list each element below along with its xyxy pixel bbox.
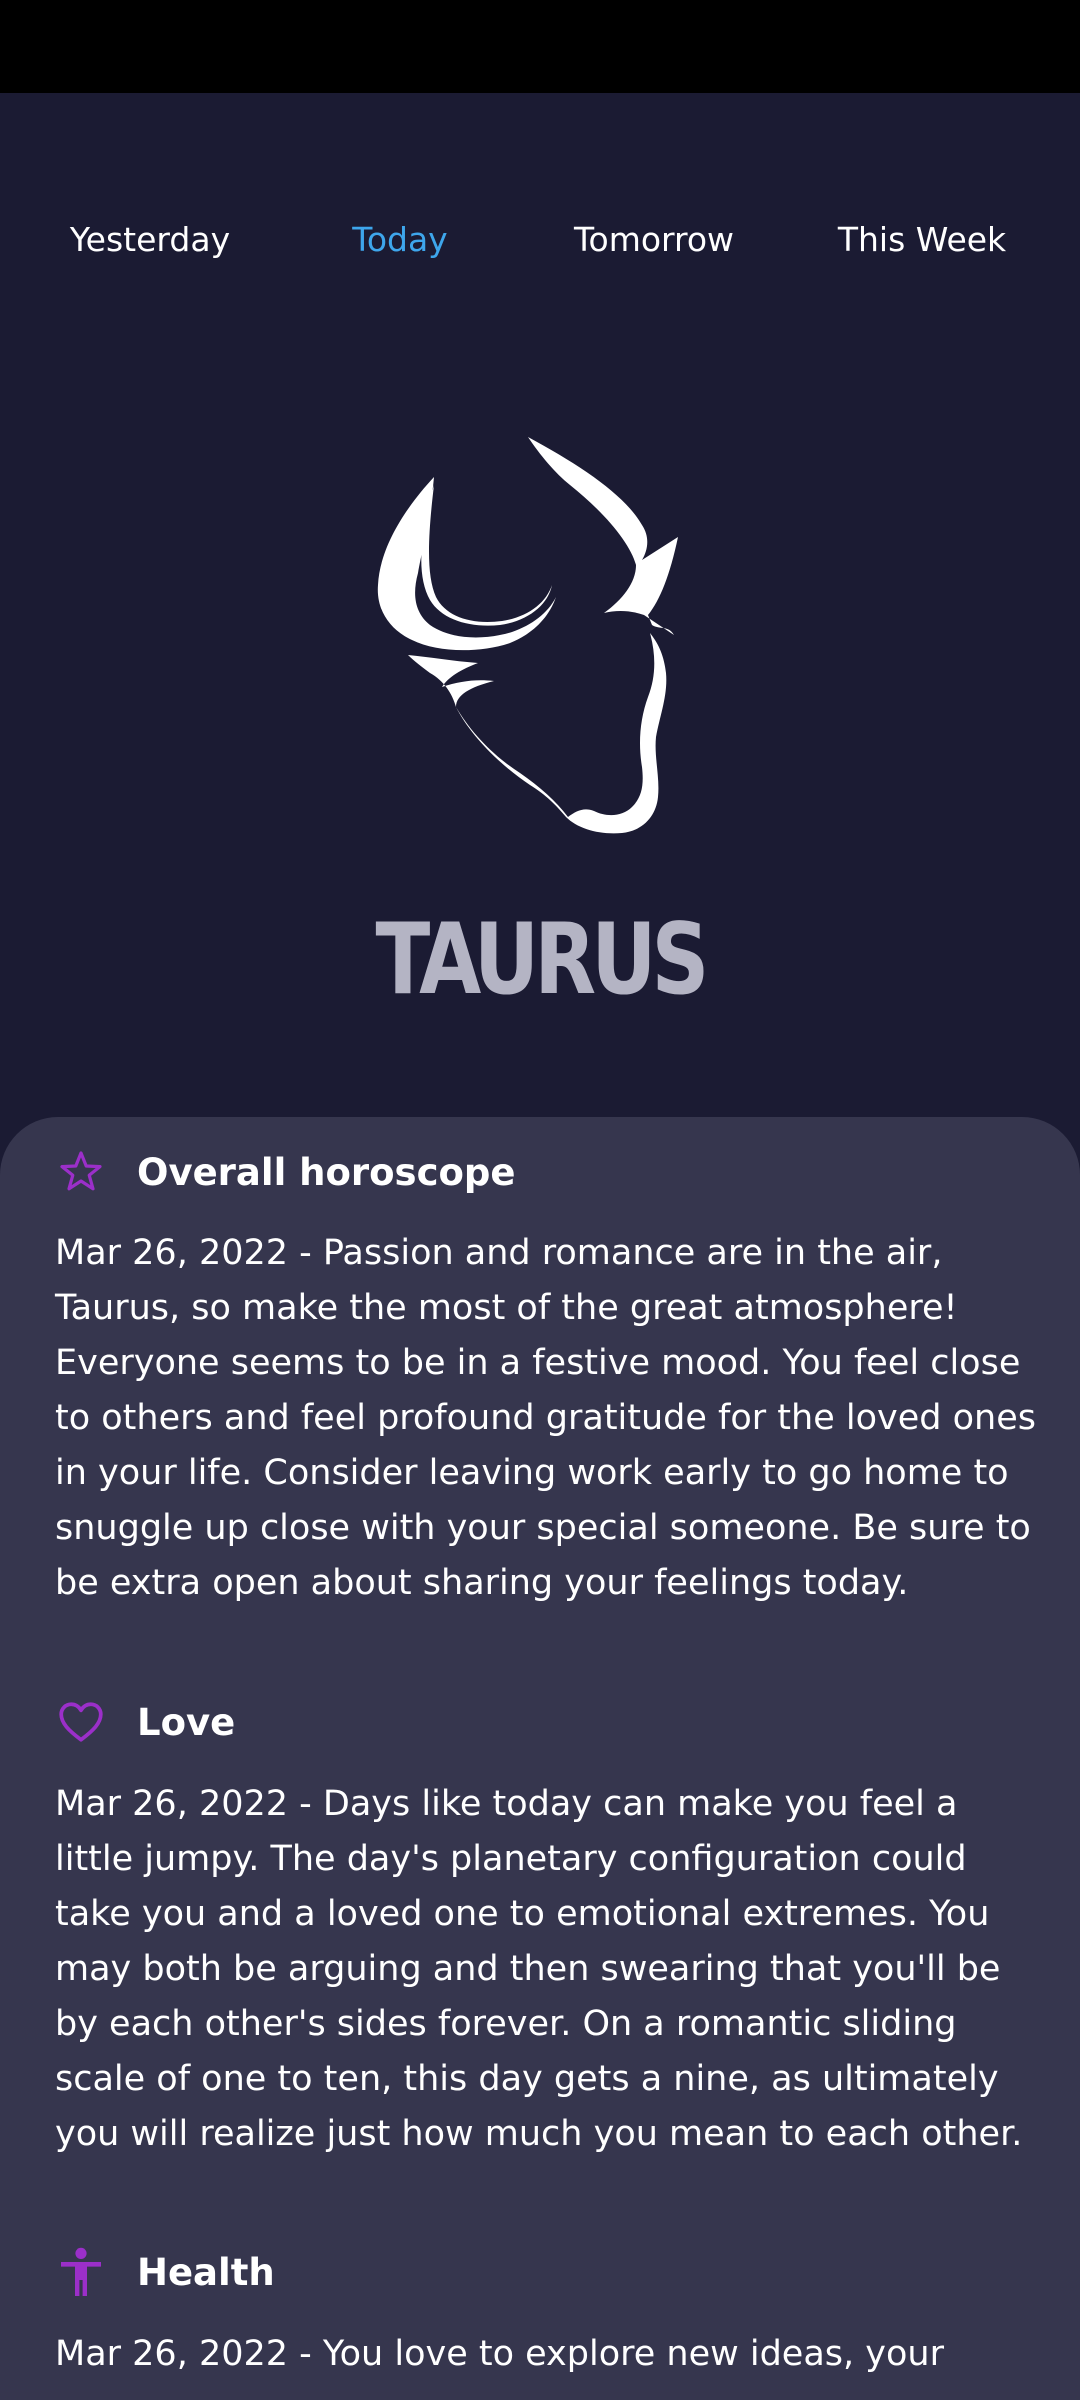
love-horoscope-text: Mar 26, 2022 - Days like today can make … <box>55 1784 1023 2154</box>
status-bar <box>0 0 1080 93</box>
section-title: Health <box>137 2250 275 2294</box>
heart-icon <box>55 1696 107 1748</box>
tab-tomorrow[interactable]: Tomorrow <box>574 215 734 265</box>
health-section-header: Health <box>55 2242 275 2302</box>
love-section-header: Love <box>55 1692 235 1752</box>
person-icon <box>55 2246 107 2298</box>
section-title: Love <box>137 1700 236 1744</box>
tab-yesterday[interactable]: Yesterday <box>70 215 230 265</box>
taurus-bull-icon <box>360 425 700 835</box>
date-tabs: Yesterday Today Tomorrow This Week <box>0 93 1080 293</box>
overall-section-header: Overall horoscope <box>55 1142 516 1202</box>
sign-name: TAURUS <box>375 903 709 1017</box>
tab-today[interactable]: Today <box>352 215 447 265</box>
overall-horoscope-text: Mar 26, 2022 - Passion and romance are i… <box>55 1233 1036 1603</box>
tab-this-week[interactable]: This Week <box>838 215 1006 265</box>
health-horoscope-text: Mar 26, 2022 - You love to explore new i… <box>55 2334 944 2374</box>
section-title: Overall horoscope <box>137 1150 516 1194</box>
star-icon <box>55 1146 107 1198</box>
